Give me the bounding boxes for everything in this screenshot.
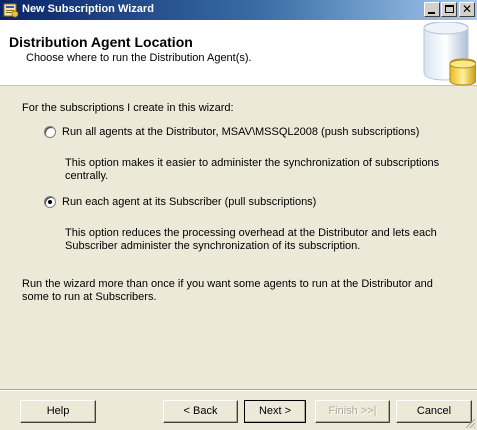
intro-text: For the subscriptions I create in this w… [22, 102, 234, 114]
maximize-icon [445, 5, 454, 13]
cancel-button[interactable]: Cancel [396, 400, 472, 423]
pull-option-label[interactable]: Run each agent at its Subscriber (pull s… [62, 196, 316, 208]
help-button[interactable]: Help [20, 400, 96, 423]
back-button[interactable]: < Back [163, 400, 238, 423]
app-icon [3, 3, 19, 18]
pull-radio[interactable] [44, 196, 56, 208]
window-title: New Subscription Wizard [22, 3, 154, 15]
resize-grip-icon[interactable] [464, 417, 476, 429]
minimize-icon [428, 12, 435, 14]
push-option-label[interactable]: Run all agents at the Distributor, MSAV\… [62, 126, 419, 138]
finish-button[interactable]: Finish >>| [315, 400, 390, 423]
page-subtitle: Choose where to run the Distribution Age… [26, 52, 252, 64]
page-title: Distribution Agent Location [9, 34, 193, 50]
wizard-window: New Subscription Wizard ✕ Distribution A… [0, 0, 477, 430]
title-bar[interactable]: New Subscription Wizard ✕ [0, 0, 477, 20]
button-separator [0, 389, 477, 391]
wizard-note: Run the wizard more than once if you wan… [22, 278, 433, 303]
wizard-content: For the subscriptions I create in this w… [0, 87, 477, 377]
pull-option-description: This option reduces the processing overh… [65, 227, 437, 252]
push-option-description: This option makes it easier to administe… [65, 157, 440, 182]
push-radio[interactable] [44, 126, 56, 138]
maximize-button[interactable] [441, 2, 457, 17]
close-button[interactable]: ✕ [459, 2, 475, 17]
next-button[interactable]: Next > [244, 400, 306, 423]
wizard-header: Distribution Agent Location Choose where… [0, 20, 477, 86]
database-icon [423, 22, 476, 86]
close-icon: ✕ [461, 2, 473, 16]
minimize-button[interactable] [424, 2, 440, 17]
